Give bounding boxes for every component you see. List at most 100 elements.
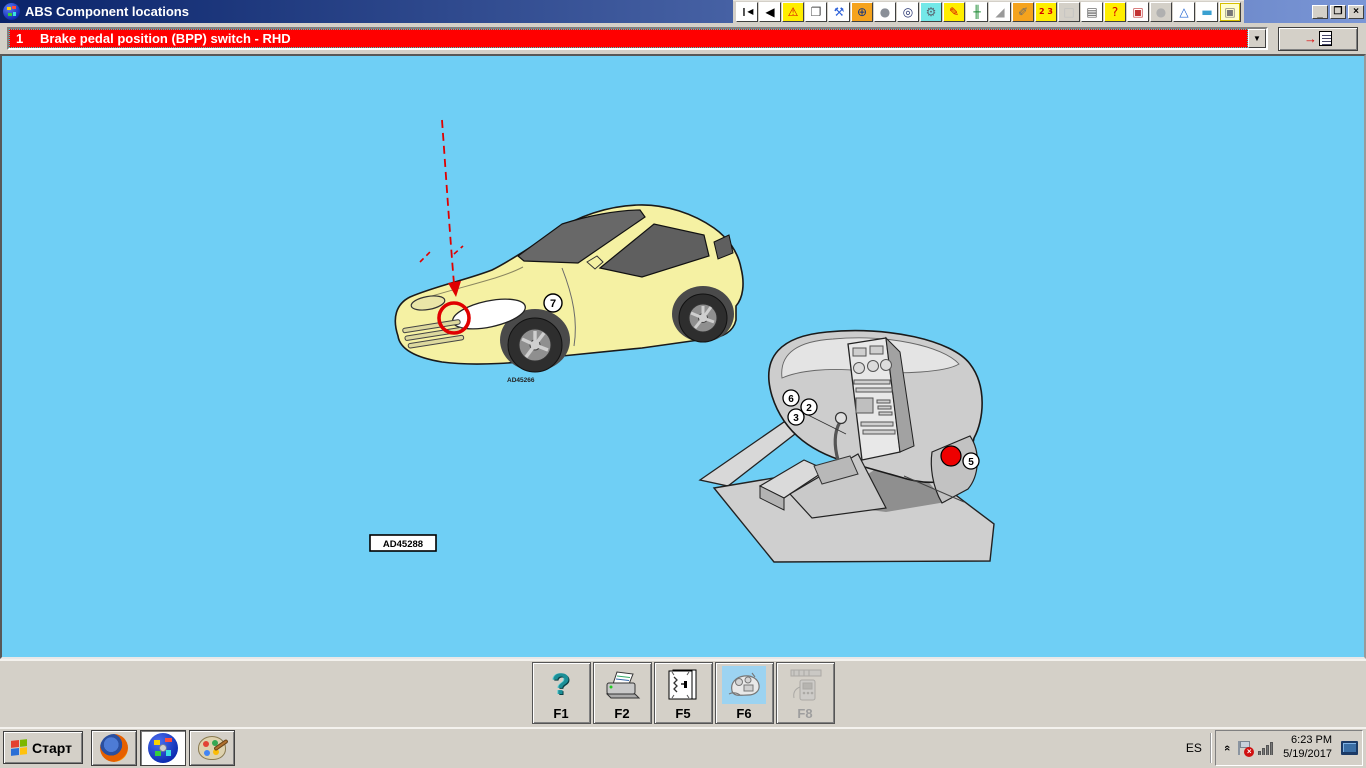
help-vehicle-icon: ?: [1112, 6, 1118, 18]
nav-first-icon: ❙◀: [741, 8, 754, 16]
tray-divider: [1210, 733, 1211, 763]
nav-back-button[interactable]: ◀: [759, 2, 781, 22]
illustration-canvas[interactable]: 7 AD45266: [0, 54, 1366, 659]
dtc-vehicle-button[interactable]: ▣: [1127, 2, 1149, 22]
callout-5: 5: [963, 453, 979, 469]
device-active-button[interactable]: ▣: [1219, 2, 1241, 22]
dashboard-illustration: 6 2 3 5: [700, 331, 994, 562]
f6-component-locations-button[interactable]: F6: [715, 662, 774, 724]
f6-label: F6: [736, 706, 751, 721]
front-wheel: [508, 318, 562, 372]
datalogger-icon: [785, 667, 825, 703]
gears-icon: ⚙: [926, 6, 937, 18]
figure1-code: AD45266: [507, 377, 535, 384]
hide-icons-chevron[interactable]: «: [1221, 744, 1233, 750]
nav-first-button[interactable]: ❙◀: [736, 2, 758, 22]
alert-x-badge: ×: [1244, 747, 1254, 757]
top-toolbar: ❙◀◀⚠❐⚒⊕●◎⚙✎╫◢✐2 3□▤?▣●△▬▣: [733, 0, 1244, 23]
tray-box: « × 6:23 PM 5/19/2017: [1215, 730, 1363, 766]
help-vehicle-button[interactable]: ?: [1104, 2, 1126, 22]
f5-label: F5: [675, 706, 690, 721]
restore-button[interactable]: ❐: [1330, 5, 1346, 19]
svg-text:5: 5: [968, 457, 974, 468]
tray-date: 5/19/2017: [1283, 748, 1332, 760]
vehicle-lift-icon: ╫: [973, 6, 980, 18]
dropdown-arrow-button[interactable]: ▼: [1248, 29, 1266, 48]
paint-taskbar-button[interactable]: [189, 730, 235, 766]
app-icon: [3, 3, 20, 20]
f1-label: F1: [553, 706, 568, 721]
counter-23-button[interactable]: 2 3: [1035, 2, 1057, 22]
function-key-bar: ? F1 F2 F5: [0, 659, 1366, 727]
selector-bar: 1 Brake pedal position (BPP) switch - RH…: [0, 23, 1366, 54]
tools-button[interactable]: ⚒: [828, 2, 850, 22]
abs-warning-sign-icon: △: [1179, 6, 1188, 18]
gears-button[interactable]: ⚙: [920, 2, 942, 22]
component-dropdown[interactable]: 1 Brake pedal position (BPP) switch - RH…: [7, 27, 1268, 50]
minimize-icon: _: [1317, 9, 1323, 19]
chevron-down-icon: ▼: [1253, 34, 1261, 43]
security-alert-flag-icon[interactable]: ×: [1236, 740, 1252, 756]
red-arrow-icon: →: [1304, 32, 1317, 45]
wheel-disabled-button: ●: [1150, 2, 1172, 22]
f2-print-button[interactable]: F2: [593, 662, 652, 724]
language-indicator[interactable]: ES: [1178, 741, 1210, 755]
vehicle-view-button[interactable]: ▬: [1196, 2, 1218, 22]
f1-help-button[interactable]: ? F1: [532, 662, 591, 724]
firefox-icon: [100, 734, 128, 762]
mouse-button[interactable]: ●: [874, 2, 896, 22]
clock[interactable]: 6:23 PM 5/19/2017: [1279, 734, 1332, 762]
list-document-icon: [1319, 31, 1332, 46]
abs-warning-sign-button[interactable]: △: [1173, 2, 1195, 22]
titlebar: ABS Component locations ❙◀◀⚠❐⚒⊕●◎⚙✎╫◢✐2 …: [0, 0, 1366, 23]
mouse-icon: ●: [880, 6, 890, 18]
globe-button[interactable]: ⊕: [851, 2, 873, 22]
network-signal-icon[interactable]: [1258, 741, 1273, 755]
car-inspect-button[interactable]: ▤: [1081, 2, 1103, 22]
rear-wheel: [679, 294, 727, 342]
f2-label: F2: [614, 706, 629, 721]
marker-pen-button[interactable]: ✎: [943, 2, 965, 22]
warning-button[interactable]: ⚠: [782, 2, 804, 22]
steering-wheel-button[interactable]: ◎: [897, 2, 919, 22]
component-location-dot: [941, 446, 961, 466]
wheel-disabled-icon: ●: [1156, 6, 1166, 18]
system-tray: ES « × 6:23 PM 5/19/2017: [1178, 730, 1363, 766]
show-list-button[interactable]: →: [1278, 27, 1358, 51]
windows-logo-icon: [11, 739, 27, 756]
window-controls: _ ❐ ×: [1312, 5, 1364, 19]
f5-wiring-diagrams-button[interactable]: F5: [654, 662, 713, 724]
vehicle-view-icon: ▬: [1201, 6, 1212, 18]
fis-app-taskbar-button[interactable]: [140, 730, 186, 766]
figure2-label: AD45288: [370, 535, 436, 551]
start-label: Старт: [32, 740, 72, 756]
fis-cd-icon: [148, 733, 178, 763]
vehicle-lift-button[interactable]: ╫: [966, 2, 988, 22]
ramp-icon: ◢: [995, 6, 1004, 18]
device-active-icon: ▣: [1224, 6, 1235, 18]
svg-text:7: 7: [550, 298, 556, 310]
wiring-diagram-icon: [666, 668, 700, 702]
warning-icon: ⚠: [788, 6, 799, 18]
window-title: ABS Component locations: [25, 4, 189, 19]
start-button[interactable]: Старт: [3, 731, 83, 764]
quick-launch: [91, 730, 235, 766]
counter-23-icon: 2 3: [1039, 8, 1053, 16]
copy-view-button[interactable]: ❐: [805, 2, 827, 22]
minimize-button[interactable]: _: [1312, 5, 1328, 19]
display-settings-icon[interactable]: [1341, 741, 1358, 755]
component-dropdown-value[interactable]: 1 Brake pedal position (BPP) switch - RH…: [9, 29, 1248, 48]
steering-wheel-icon: ◎: [903, 6, 913, 18]
component-location-figure: 7 AD45266: [2, 56, 1364, 657]
nav-back-icon: ◀: [765, 6, 774, 18]
screwdriver-button[interactable]: ✐: [1012, 2, 1034, 22]
svg-text:3: 3: [793, 413, 799, 424]
tray-time: 6:23 PM: [1291, 734, 1332, 746]
firefox-taskbar-button[interactable]: [91, 730, 137, 766]
f8-datalogger-button: F8: [776, 662, 835, 724]
svg-text:2: 2: [806, 403, 812, 414]
close-button[interactable]: ×: [1348, 5, 1364, 19]
marker-pen-icon: ✎: [949, 6, 959, 18]
component-locations-icon: [724, 667, 764, 703]
ramp-button[interactable]: ◢: [989, 2, 1011, 22]
